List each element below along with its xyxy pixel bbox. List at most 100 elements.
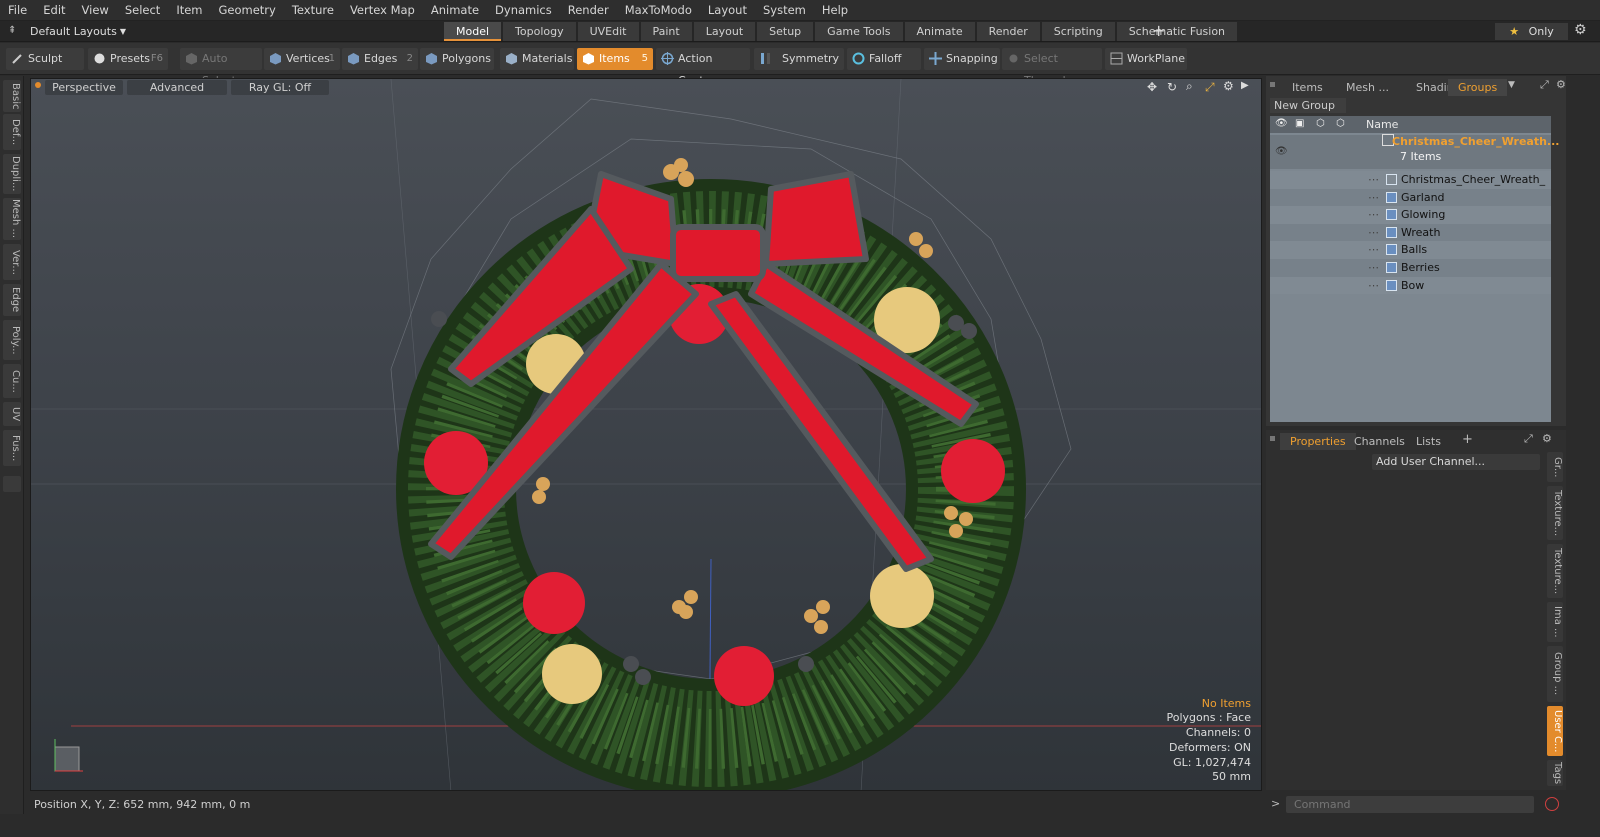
menu-item[interactable]: Help [814, 3, 856, 17]
tree-item[interactable]: ⋯ Wreath [1270, 223, 1551, 242]
toolbox-tab[interactable]: Mesh ... [3, 198, 21, 240]
polygons-button[interactable]: Polygons [420, 48, 494, 70]
toolbox-tab[interactable]: Def... [3, 114, 21, 150]
menu-item[interactable]: Animate [423, 3, 487, 17]
new-group-button[interactable]: New Group [1270, 98, 1346, 113]
menu-item[interactable]: Edit [35, 3, 73, 17]
menu-item[interactable]: Texture [284, 3, 342, 17]
presets-button[interactable]: Presets F6 [88, 48, 168, 70]
sculpt-button[interactable]: Sculpt [6, 48, 84, 70]
layout-tab[interactable]: Topology [503, 22, 576, 41]
items-panel-tab[interactable]: Mesh ... [1336, 79, 1399, 96]
add-tab-icon[interactable]: + [1152, 22, 1165, 40]
menu-item[interactable]: View [74, 3, 117, 17]
properties-side-tab[interactable]: Group ... [1547, 646, 1563, 702]
action-center-button[interactable]: Action Center [656, 48, 750, 87]
menu-item[interactable]: Geometry [211, 3, 284, 17]
layout-tab[interactable]: UVEdit [577, 22, 639, 41]
tree-branch-icon: ⋯ [1368, 190, 1379, 204]
group-row[interactable]: 👁 Christmas_Cheer_Wreath... 7 Items [1270, 134, 1559, 169]
layout-tab[interactable]: Schematic Fusion [1116, 22, 1238, 41]
only-toggle[interactable]: ★ Only [1495, 23, 1568, 40]
menu-item[interactable]: Item [168, 3, 210, 17]
layout-selector[interactable]: Default Layouts ▼ [30, 21, 126, 42]
layout-tab[interactable]: Render [976, 22, 1040, 41]
maximize-icon[interactable]: ⤢ [1524, 432, 1533, 446]
eye-icon[interactable]: 👁 [1275, 118, 1288, 130]
layout-tab[interactable]: Game Tools [815, 22, 903, 41]
properties-side-tab[interactable]: Gr... [1547, 452, 1563, 482]
toolbox-extra-button[interactable] [3, 476, 21, 492]
toolbox-tab[interactable]: Basic [3, 80, 21, 112]
properties-side-tab[interactable]: Texture... [1547, 544, 1563, 598]
panel-gear-icon[interactable]: ⚙ [1556, 78, 1566, 91]
menu-item[interactable]: Select [117, 3, 168, 17]
tree-item[interactable]: ⋯ Bow [1270, 276, 1551, 295]
maximize-icon[interactable]: ⤢ [1540, 78, 1549, 92]
edges-label: Edges [364, 52, 398, 65]
panel-dot-icon[interactable] [1270, 82, 1275, 87]
command-input[interactable] [1286, 796, 1534, 813]
layout-tab[interactable]: Model [444, 22, 502, 41]
menu-item[interactable]: MaxToModo [617, 3, 700, 17]
items-button[interactable]: Items 5 [577, 48, 653, 70]
workplane-button[interactable]: WorkPlane [1105, 48, 1187, 70]
properties-tab[interactable]: Channels [1344, 433, 1415, 450]
toolbox-tab[interactable]: Edge [3, 284, 21, 316]
menu-item[interactable]: File [0, 3, 35, 17]
layout-selector-label: Default Layouts [30, 25, 117, 38]
add-user-channel-button[interactable]: Add User Channel... [1372, 454, 1540, 470]
snapping-button[interactable]: Snapping [924, 48, 1000, 70]
vertices-button[interactable]: Vertices 1 [264, 48, 340, 70]
toolbox-tab[interactable]: Poly... [3, 320, 21, 360]
properties-side-tab[interactable]: Texture... [1547, 486, 1563, 540]
panel-gear-icon[interactable]: ⚙ [1542, 432, 1552, 445]
properties-tab[interactable]: Lists [1406, 433, 1451, 450]
menu-item[interactable]: Dynamics [487, 3, 560, 17]
layout-tab[interactable]: Scripting [1041, 22, 1115, 41]
tree-item[interactable]: ⋯ Balls [1270, 241, 1551, 259]
toolbox-tab[interactable]: Ver... [3, 244, 21, 280]
edges-button[interactable]: Edges 2 [342, 48, 418, 70]
record-icon[interactable] [1545, 797, 1559, 811]
items-panel-tab[interactable]: Items [1282, 79, 1333, 96]
panel-menu-icon[interactable]: ▼ [1508, 80, 1515, 90]
menu-item[interactable]: System [755, 3, 814, 17]
eye-icon[interactable]: 👁 [1275, 143, 1288, 157]
items-panel-tab[interactable]: Groups [1448, 79, 1508, 96]
menu-item[interactable]: Layout [700, 3, 755, 17]
toolbox-tab[interactable]: Cu... [3, 364, 21, 398]
layout-tab[interactable]: Animate [904, 22, 975, 41]
select-icon[interactable]: ⬡ [1336, 118, 1349, 130]
select-through-icon [1009, 54, 1018, 63]
menu-item[interactable]: Vertex Map [342, 3, 423, 17]
toolbox-tab[interactable]: Dupli... [3, 154, 21, 194]
properties-side-tab[interactable]: User C... [1547, 706, 1563, 756]
symmetry-button[interactable]: Symmetry [754, 48, 844, 70]
3d-viewport[interactable]: Perspective Advanced Ray GL: Off ✥ ↻ ⌕ ⤢… [30, 78, 1262, 791]
hud-channels: Channels: 0 [1185, 726, 1251, 740]
toolbox-tab[interactable]: UV [3, 402, 21, 426]
add-tab-icon[interactable]: + [1462, 432, 1473, 447]
tree-item[interactable]: ⋯ Berries [1270, 259, 1551, 277]
menu-item[interactable]: Render [560, 3, 617, 17]
lock-icon[interactable]: ▣ [1295, 118, 1308, 130]
toolbox-tab[interactable]: Fus... [3, 430, 21, 466]
auto-select-button[interactable]: Auto Select [180, 48, 262, 87]
layout-tab[interactable]: Layout [693, 22, 756, 41]
hud-deformers: Deformers: ON [1169, 740, 1251, 754]
layout-tab[interactable]: Setup [757, 22, 814, 41]
properties-side-tab[interactable]: Ima ... [1547, 602, 1563, 642]
tree-item[interactable]: ⋯ Glowing [1270, 206, 1551, 224]
tree-item[interactable]: ⋯ Garland [1270, 188, 1551, 207]
materials-button[interactable]: Materials [500, 48, 574, 70]
select-through-button[interactable]: Select Through [1002, 48, 1102, 87]
gear-icon[interactable]: ⚙ [1574, 22, 1587, 38]
pin-icon[interactable]: ⇞ [8, 25, 20, 37]
properties-side-tab[interactable]: Tags [1547, 760, 1563, 786]
render-icon[interactable]: ⬡ [1316, 118, 1329, 130]
layout-tab[interactable]: Paint [640, 22, 692, 41]
falloff-button[interactable]: Falloff [847, 48, 921, 70]
panel-dot-icon[interactable] [1270, 436, 1275, 441]
tree-item[interactable]: ⋯Christmas_Cheer_Wreath_ ... [1270, 171, 1551, 204]
